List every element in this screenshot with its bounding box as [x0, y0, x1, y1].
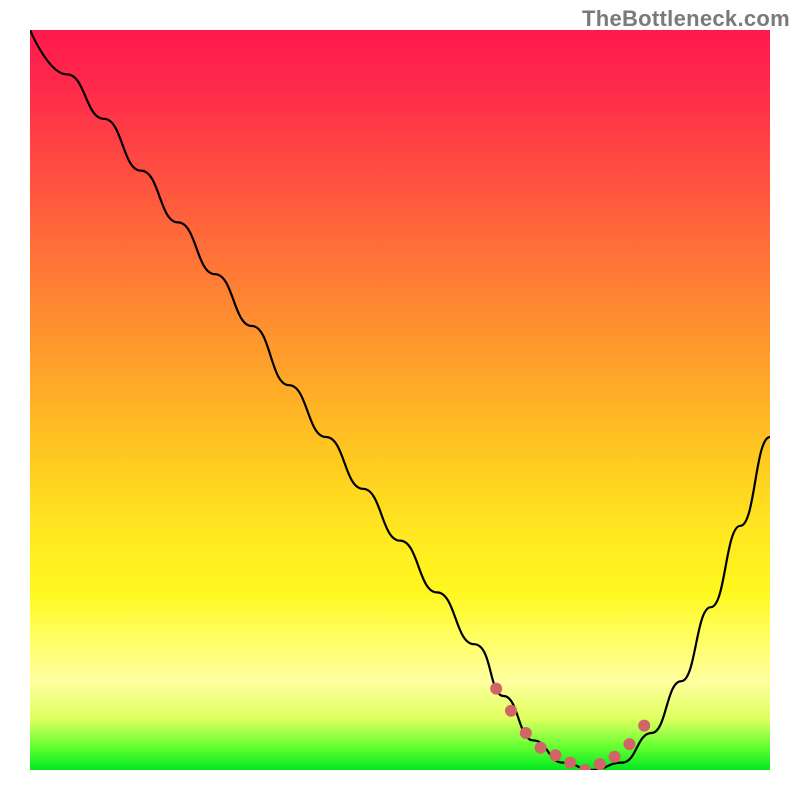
marker-point [535, 742, 547, 754]
watermark-text: TheBottleneck.com [582, 6, 790, 32]
marker-group [490, 683, 650, 770]
marker-point [490, 683, 502, 695]
marker-point [609, 751, 621, 763]
marker-point [594, 758, 606, 770]
marker-point [549, 749, 561, 761]
marker-point [579, 764, 591, 770]
marker-point [564, 757, 576, 769]
markers-svg [30, 30, 770, 770]
marker-point [505, 705, 517, 717]
marker-point [520, 727, 532, 739]
marker-point [623, 738, 635, 750]
bottleneck-chart [30, 30, 770, 770]
marker-point [638, 720, 650, 732]
